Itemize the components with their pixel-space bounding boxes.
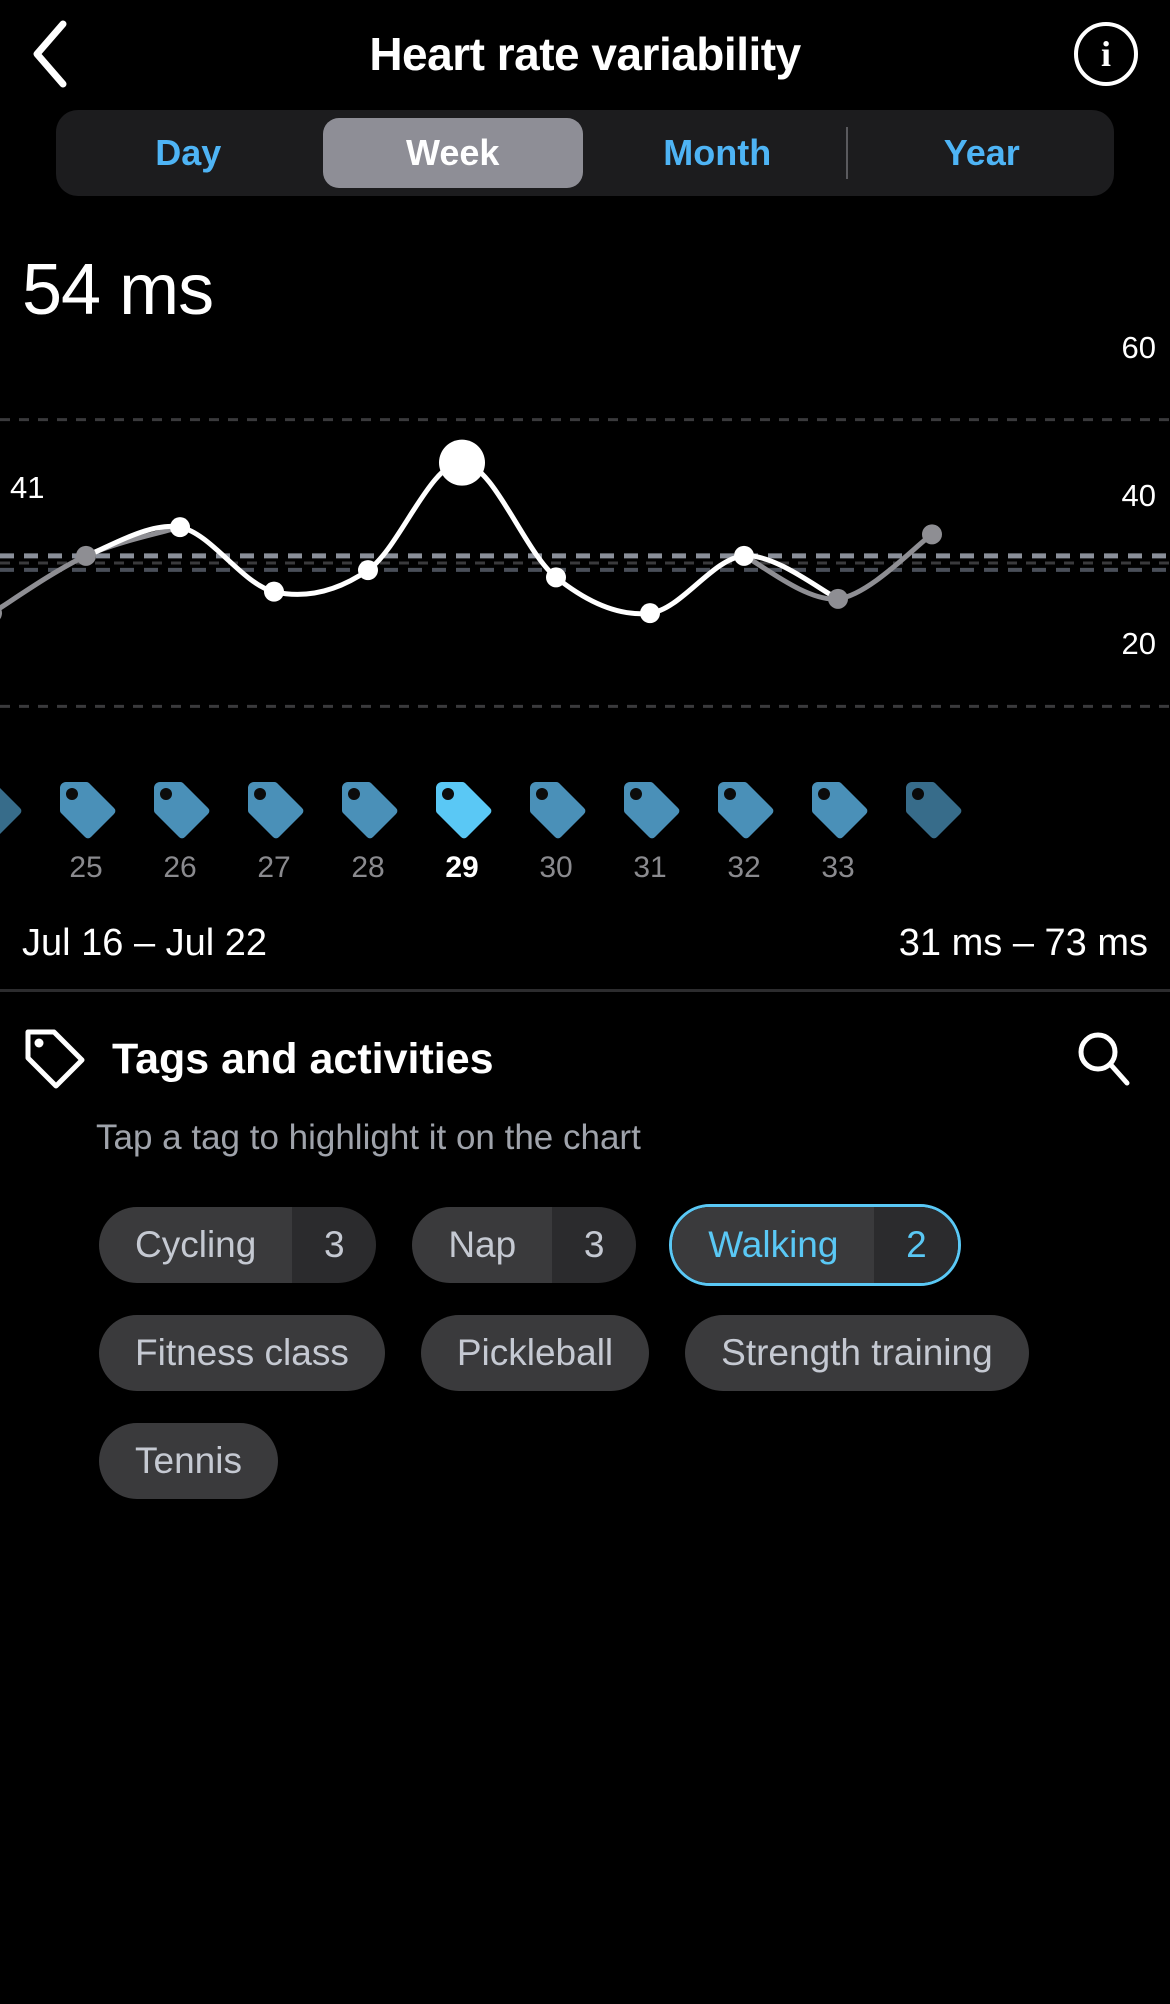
week-tag-marker-25[interactable]: 25 bbox=[55, 780, 117, 885]
week-number-label: 27 bbox=[257, 851, 291, 884]
tab-year[interactable]: Year bbox=[852, 118, 1113, 188]
week-tag-marker-29[interactable]: 29 bbox=[431, 780, 493, 885]
tag-chip-count: 3 bbox=[552, 1207, 637, 1283]
tag-icon bbox=[619, 780, 681, 847]
tag-chip-label: Fitness class bbox=[99, 1315, 385, 1391]
back-button[interactable] bbox=[18, 18, 82, 90]
week-number-label: 33 bbox=[821, 851, 855, 884]
tag-chip-count: 3 bbox=[292, 1207, 377, 1283]
week-tag-marker-30[interactable]: 30 bbox=[525, 780, 587, 885]
segment-divider bbox=[845, 127, 848, 179]
tag-chip-tennis[interactable]: Tennis bbox=[96, 1420, 281, 1502]
week-number-label: 28 bbox=[351, 851, 385, 884]
week-tag-marker-24[interactable] bbox=[0, 780, 23, 851]
tag-chip-nap[interactable]: Nap 3 bbox=[409, 1204, 639, 1286]
period-segmented-control[interactable]: Day Week Month Year bbox=[56, 110, 1114, 196]
week-number-label: 32 bbox=[727, 851, 761, 884]
week-number-label: 29 bbox=[445, 851, 479, 884]
tags-title: Tags and activities bbox=[112, 1034, 494, 1083]
tag-chip-list: Cycling 3 Nap 3 Walking 2 Fitness class Pickleb… bbox=[0, 1158, 1080, 1502]
value-range: 31 ms – 73 ms bbox=[898, 922, 1148, 964]
week-number-label: 26 bbox=[163, 851, 197, 884]
y-axis-tick-40: 40 bbox=[1121, 478, 1156, 513]
tag-icon bbox=[149, 780, 211, 847]
tab-month-label: Month bbox=[663, 132, 772, 173]
average-line-label: 41 bbox=[10, 470, 45, 505]
week-number-label: 31 bbox=[633, 851, 667, 884]
tag-icon bbox=[0, 780, 23, 847]
week-number-label: 25 bbox=[69, 851, 103, 884]
tag-icon bbox=[243, 780, 305, 847]
tags-and-activities-section: Tags and activities Tap a tag to highlig… bbox=[0, 992, 1170, 1502]
tab-day[interactable]: Day bbox=[58, 118, 319, 188]
chart-canvas bbox=[0, 418, 1170, 708]
tag-chip-count: 2 bbox=[874, 1207, 959, 1283]
tag-icon bbox=[55, 780, 117, 847]
tag-icon bbox=[901, 780, 963, 847]
tab-week[interactable]: Week bbox=[322, 118, 583, 188]
chart-footer: Jul 16 – Jul 22 31 ms – 73 ms bbox=[0, 900, 1170, 965]
y-axis-tick-20: 20 bbox=[1121, 626, 1156, 661]
tab-day-label: Day bbox=[155, 132, 222, 173]
tab-month[interactable]: Month bbox=[587, 118, 848, 188]
tag-chip-label: Cycling bbox=[99, 1207, 293, 1283]
info-icon-label: i bbox=[1100, 34, 1111, 74]
tag-chip-label: Tennis bbox=[99, 1423, 278, 1499]
tag-icon bbox=[713, 780, 775, 847]
tag-icon bbox=[431, 780, 493, 847]
tab-week-label: Week bbox=[406, 132, 500, 173]
tag-icon bbox=[337, 780, 399, 847]
summary-value: 54 ms bbox=[22, 250, 214, 330]
week-tag-marker-32[interactable]: 32 bbox=[713, 780, 775, 885]
tag-chip-label: Pickleball bbox=[420, 1315, 650, 1391]
tag-chip-pickleball[interactable]: Pickleball bbox=[418, 1312, 652, 1394]
tag-chip-label: Strength training bbox=[685, 1315, 1029, 1391]
week-tag-marker-27[interactable]: 27 bbox=[243, 780, 305, 885]
tags-subtitle: Tap a tag to highlight it on the chart bbox=[96, 1118, 641, 1157]
navigation-bar: Heart rate variability i bbox=[0, 0, 1170, 108]
tags-header: Tags and activities bbox=[0, 1026, 1170, 1092]
tag-icon bbox=[525, 780, 587, 847]
date-range: Jul 16 – Jul 22 bbox=[22, 922, 268, 964]
tag-icon bbox=[22, 1026, 88, 1092]
page-title: Heart rate variability bbox=[369, 28, 801, 80]
tag-chip-fitness-class[interactable]: Fitness class bbox=[96, 1312, 388, 1394]
week-tag-marker-34[interactable] bbox=[901, 780, 963, 851]
week-tag-marker-26[interactable]: 26 bbox=[149, 780, 211, 885]
tab-year-label: Year bbox=[943, 132, 1020, 173]
week-number-label: 30 bbox=[539, 851, 573, 884]
y-axis-tick-60: 60 bbox=[1121, 330, 1156, 365]
tag-chip-cycling[interactable]: Cycling 3 bbox=[96, 1204, 379, 1286]
tag-chip-strength-training[interactable]: Strength training bbox=[682, 1312, 1032, 1394]
week-tag-markers[interactable]: 25 26 27 28 29 30 31 32 33 bbox=[0, 780, 1170, 900]
chevron-left-icon bbox=[27, 18, 73, 90]
tag-chip-label: Nap bbox=[412, 1207, 553, 1283]
tag-chip-walking[interactable]: Walking 2 bbox=[669, 1204, 962, 1286]
week-tag-marker-31[interactable]: 31 bbox=[619, 780, 681, 885]
search-icon[interactable] bbox=[1072, 1027, 1136, 1091]
week-tag-marker-28[interactable]: 28 bbox=[337, 780, 399, 885]
week-tag-marker-33[interactable]: 33 bbox=[807, 780, 869, 885]
hrv-chart[interactable]: 60 40 20 41 bbox=[0, 330, 1170, 778]
info-button[interactable]: i bbox=[1074, 22, 1138, 86]
tag-icon bbox=[807, 780, 869, 847]
period-selector-wrap: Day Week Month Year bbox=[0, 110, 1170, 196]
tag-chip-label: Walking bbox=[672, 1207, 875, 1283]
